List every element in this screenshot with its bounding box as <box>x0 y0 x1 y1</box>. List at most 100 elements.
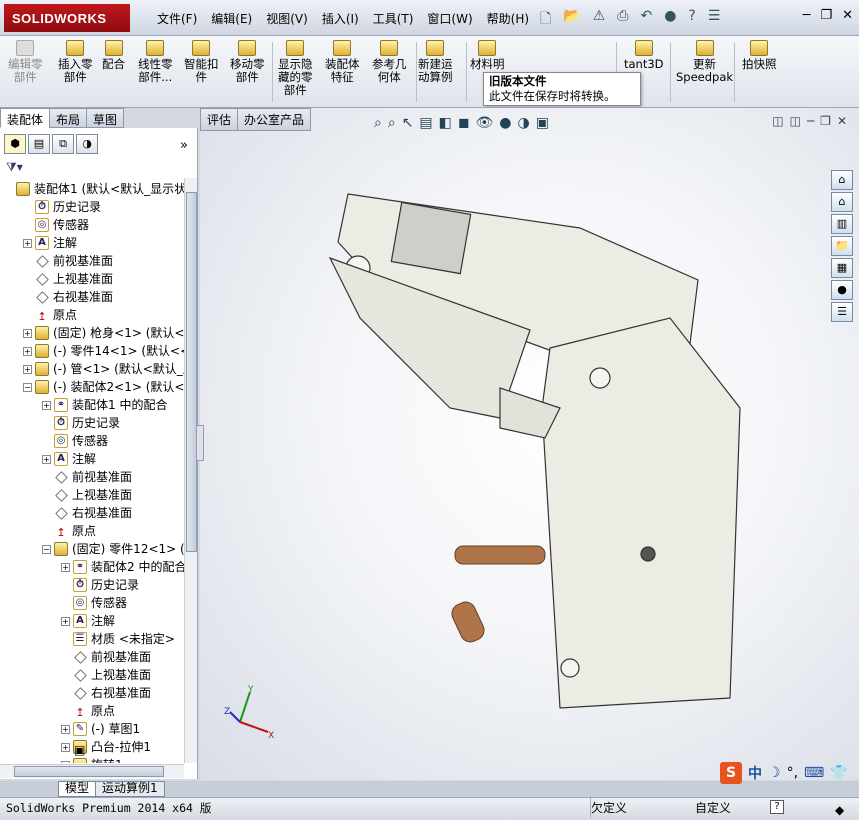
command-tab[interactable]: 评估 <box>200 108 239 131</box>
undo-icon[interactable]: ↶ <box>640 8 652 32</box>
expander-icon[interactable]: + <box>23 364 32 374</box>
tree-item[interactable]: 装配体1 (默认<默认_显示状 <box>4 180 184 198</box>
bottom-tab[interactable]: 运动算例1 <box>95 781 165 797</box>
expander-icon[interactable]: + <box>42 454 51 464</box>
ribbon-button[interactable]: 编辑零 部件 <box>8 40 43 84</box>
tree-item[interactable]: ☰ 材质 <未指定> <box>61 630 175 648</box>
ribbon-button[interactable]: 更新 Speedpak <box>676 40 733 84</box>
tree-item[interactable]: + ⚭ 装配体1 中的配合 <box>42 396 167 414</box>
viewport-restore-icon[interactable]: ❐ <box>820 114 831 128</box>
moon-icon[interactable]: ☽ <box>768 765 781 781</box>
file-explorer-icon[interactable]: 📁 <box>831 236 853 256</box>
panel-splitter-handle[interactable] <box>196 425 204 461</box>
menu-item[interactable]: 视图(V) <box>259 10 315 27</box>
bottom-tab[interactable]: 模型 <box>58 781 97 797</box>
options-icon[interactable]: ☰ <box>708 8 721 32</box>
tree-horizontal-scrollbar[interactable] <box>0 764 184 778</box>
tree-item[interactable]: 上视基准面 <box>61 666 151 684</box>
home-icon[interactable]: ⌂ <box>831 192 853 212</box>
command-tab[interactable]: 装配体 <box>0 108 51 128</box>
scroll-thumb-h[interactable] <box>14 766 164 777</box>
tree-item[interactable]: 右视基准面 <box>42 504 132 522</box>
apply-scene-icon[interactable]: ◑ <box>518 115 530 131</box>
menu-item[interactable]: 插入(I) <box>315 10 366 27</box>
help-icon[interactable]: ? <box>770 800 784 814</box>
expander-icon[interactable]: + <box>61 724 70 734</box>
tree-item[interactable]: ◎ 传感器 <box>23 216 89 234</box>
tree-vertical-scrollbar[interactable] <box>184 178 197 763</box>
view-orientation-icon[interactable]: ◧ <box>439 115 452 131</box>
tree-item[interactable]: ◎ 传感器 <box>42 432 108 450</box>
tree-item[interactable]: +↻ 旋转1 <box>61 756 123 763</box>
tree-item[interactable]: + ▣ 凸台-拉伸1 <box>61 738 151 757</box>
expander-icon[interactable]: + <box>61 616 70 626</box>
print-icon[interactable]: ⎙ <box>617 8 628 32</box>
display-style-icon[interactable]: ◼ <box>458 115 470 131</box>
appearances-icon[interactable]: ● <box>831 280 853 300</box>
minimize-icon[interactable]: ─ <box>803 8 811 23</box>
ribbon-button[interactable]: 显示隐 藏的零 部件 <box>278 40 313 97</box>
expander-icon[interactable]: − <box>42 544 51 554</box>
tree-item[interactable]: ⏱ 历史记录 <box>23 198 101 216</box>
tree-item[interactable]: − (固定) 零件12<1> (默 <box>42 540 184 558</box>
previous-view-icon[interactable]: ↖ <box>402 115 414 131</box>
ribbon-button[interactable]: 参考几 何体 <box>372 40 407 84</box>
scroll-thumb[interactable] <box>186 192 197 552</box>
tree-item[interactable]: 前视基准面 <box>61 648 151 666</box>
tree-item[interactable]: ⏱ 历史记录 <box>42 414 120 432</box>
tree-item[interactable]: 前视基准面 <box>42 468 132 486</box>
custom-units[interactable]: 自定义 <box>695 798 731 818</box>
viewport-icon-1[interactable]: ◫ <box>772 114 783 128</box>
solidworks-logo[interactable]: SOLIDWORKS <box>4 4 130 32</box>
menu-item[interactable]: 编辑(E) <box>204 10 259 27</box>
menu-item[interactable]: 窗口(W) <box>420 10 479 27</box>
traffic-light-icon[interactable]: ● <box>664 8 676 32</box>
custom-properties-icon[interactable]: ☰ <box>831 302 853 322</box>
tree-item[interactable]: 前视基准面 <box>23 252 113 270</box>
tree-item[interactable]: + A 注解 <box>23 234 77 252</box>
filter-icon[interactable]: ⧩▾ <box>6 160 23 175</box>
expander-icon[interactable]: + <box>61 760 70 763</box>
section-view-icon[interactable]: ▤ <box>419 115 432 131</box>
tree-item[interactable]: ⏱ 历史记录 <box>61 576 139 594</box>
tree-item[interactable]: ↥ 原点 <box>42 522 96 540</box>
rebuild-warning-icon[interactable]: ⚠ <box>593 8 606 32</box>
expander-icon[interactable]: + <box>42 400 51 410</box>
ribbon-button[interactable]: 配合 <box>102 40 125 71</box>
new-file-icon[interactable]: 🗋 <box>540 8 551 32</box>
view-settings-icon[interactable]: ▣ <box>536 115 549 131</box>
featuremanager-tab-icon[interactable]: ⬢ <box>4 134 26 154</box>
tree-item[interactable]: + A 注解 <box>42 450 96 468</box>
ime-tools-icon[interactable]: 👕 <box>830 765 847 781</box>
tree-item[interactable]: + ✎ (-) 草图1 <box>61 720 140 738</box>
ribbon-button[interactable]: 材料明 <box>470 40 505 71</box>
sogou-ime-icon[interactable]: S <box>720 762 742 784</box>
menu-item[interactable]: 帮助(H) <box>480 10 536 27</box>
ribbon-button[interactable]: 装配体 特征 <box>325 40 360 84</box>
command-tab[interactable]: 办公室产品 <box>237 108 312 131</box>
tree-item[interactable]: 右视基准面 <box>61 684 151 702</box>
tree-item[interactable]: + (-) 零件14<1> (默认<<默 <box>23 342 184 360</box>
restore-icon[interactable]: ❐ <box>820 8 832 23</box>
hide-show-items-icon[interactable]: 👁 <box>476 115 494 131</box>
ribbon-button[interactable]: 线性零 部件... <box>138 40 173 84</box>
tree-item[interactable]: + ⚭ 装配体2 中的配合 <box>61 558 184 576</box>
punctuation-icon[interactable]: °, <box>787 765 798 781</box>
ribbon-button[interactable]: 智能扣 件 <box>184 40 219 84</box>
command-tab[interactable]: 草图 <box>86 108 125 128</box>
expander-icon[interactable]: + <box>61 562 70 572</box>
viewport-close-icon[interactable]: ✕ <box>837 114 847 128</box>
menu-item[interactable]: 文件(F) <box>150 10 204 27</box>
zoom-to-area-icon[interactable]: ⌕ <box>388 115 396 131</box>
tree-item[interactable]: 右视基准面 <box>23 288 113 306</box>
tree-item[interactable]: 上视基准面 <box>42 486 132 504</box>
displaymanager-tab-icon[interactable]: ◑ <box>76 134 98 154</box>
propertymanager-tab-icon[interactable]: ▤ <box>28 134 50 154</box>
close-icon[interactable]: ✕ <box>842 8 853 23</box>
expander-icon[interactable]: + <box>23 328 32 338</box>
keyboard-icon[interactable]: ⌨ <box>804 765 824 781</box>
resources-icon[interactable]: ⌂ <box>831 170 853 190</box>
ribbon-button[interactable]: 移动零 部件 <box>230 40 265 84</box>
configurationmanager-tab-icon[interactable]: ⧉ <box>52 134 74 154</box>
ribbon-button[interactable]: 新建运 动算例 <box>418 40 453 84</box>
